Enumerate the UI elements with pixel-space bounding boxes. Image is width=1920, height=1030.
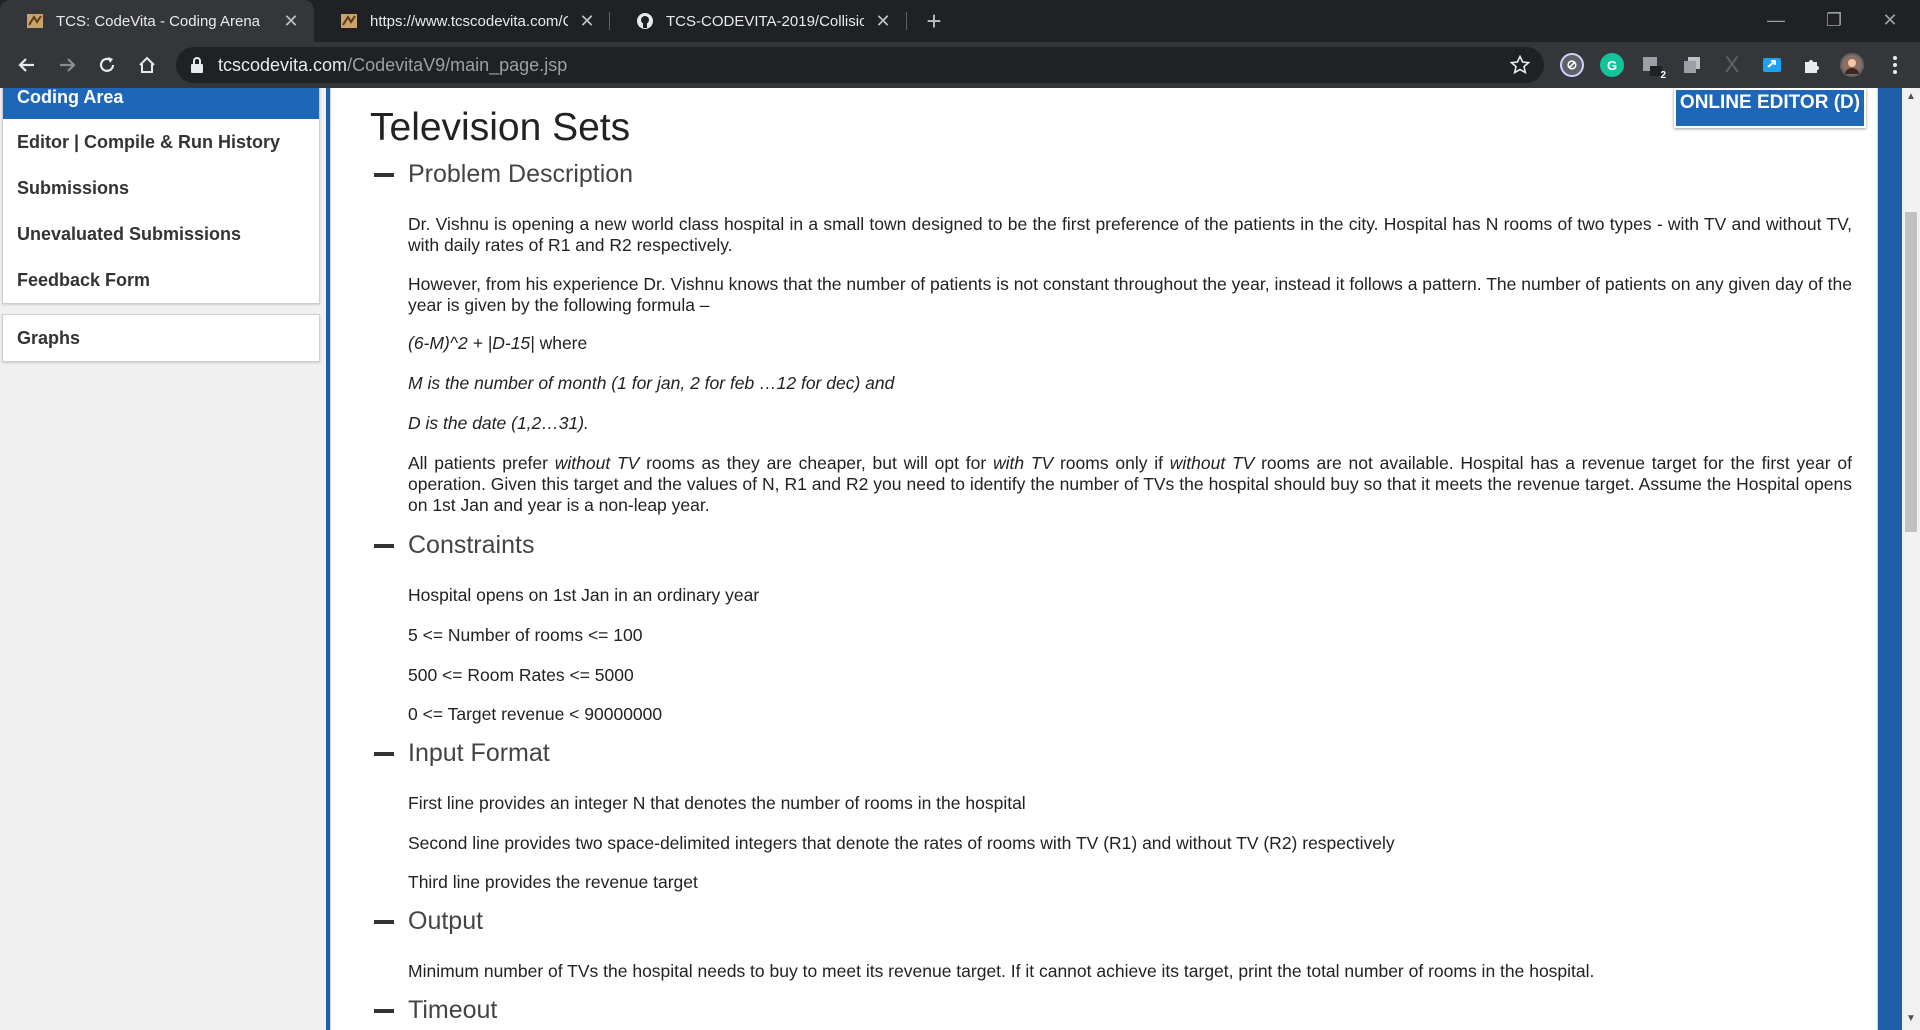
kebab-menu-icon (1893, 56, 1897, 74)
sidebar-item-feedback[interactable]: Feedback Form (3, 257, 319, 303)
description-paragraph: Dr. Vishnu is opening a new world class … (408, 214, 1852, 255)
collapse-dash-icon (374, 1008, 394, 1013)
scroll-down-icon[interactable]: ▼ (1906, 1014, 1916, 1024)
close-tab-icon[interactable]: ✕ (282, 11, 300, 31)
share-extension-icon[interactable] (1760, 53, 1784, 77)
back-arrow-icon (18, 58, 34, 72)
copy-extension-icon[interactable] (1680, 53, 1704, 77)
home-icon (139, 56, 155, 73)
constraint-line: 500 <= Room Rates <= 5000 (408, 665, 634, 685)
github-icon (636, 12, 654, 30)
constraint-line: 5 <= Number of rooms <= 100 (408, 625, 643, 645)
forward-arrow-icon (60, 58, 76, 72)
x-extension-icon[interactable]: X (1720, 52, 1744, 77)
problem-title: Television Sets (370, 106, 631, 149)
page-viewport: Coding Area Editor | Compile & Run Histo… (0, 88, 1920, 1030)
tab-strip: TCS: CodeVita - Coding Arena ✕ https://w… (0, 0, 1920, 42)
sidebar: Coding Area Editor | Compile & Run Histo… (0, 88, 322, 1030)
tab-github-repo[interactable]: TCS-CODEVITA-2019/Collision_C ✕ (610, 0, 906, 42)
grammarly-icon[interactable]: G (1600, 53, 1624, 77)
minimize-button[interactable]: — (1748, 4, 1804, 36)
collapse-dash-icon (374, 751, 394, 756)
sidebar-item-unevaluated[interactable]: Unevaluated Submissions (3, 211, 319, 257)
sidebar-item-coding-area[interactable]: Coding Area (3, 88, 319, 119)
url-path: /CodevitaV9/main_page.jsp (347, 54, 568, 75)
section-timeout[interactable]: Timeout (374, 996, 497, 1025)
forward-button[interactable] (52, 50, 82, 80)
reload-icon (99, 57, 115, 72)
address-bar[interactable]: tcscodevita.com/CodevitaV9/main_page.jsp (176, 47, 1544, 83)
sidebar-item-editor-history[interactable]: Editor | Compile & Run History (3, 119, 319, 165)
description-paragraph: All patients prefer without TV rooms as … (408, 453, 1852, 515)
graphs-box: Graphs (2, 314, 320, 362)
sidebar-menu: Coding Area Editor | Compile & Run Histo… (2, 88, 320, 304)
close-window-button[interactable]: ✕ (1862, 4, 1918, 36)
input-line: Third line provides the revenue target (408, 872, 698, 892)
restore-button[interactable]: ❐ (1806, 4, 1862, 36)
extension-badge-icon[interactable]: 2 (1640, 53, 1666, 81)
online-editor-button[interactable]: ONLINE EDITOR (D) (1674, 88, 1866, 128)
input-line: First line provides an integer N that de… (408, 793, 1026, 813)
close-tab-icon[interactable]: ✕ (578, 11, 596, 31)
tab-separator (906, 12, 907, 30)
date-definition: D is the date (1,2…31). (408, 413, 589, 433)
tab-tcscodevita-url[interactable]: https://www.tcscodevita.com/Co ✕ (314, 0, 610, 42)
vertical-scrollbar[interactable]: ▲ ▼ (1902, 88, 1920, 1030)
extension-block-icon[interactable]: ⊘ (1560, 53, 1584, 77)
collapse-dash-icon (374, 919, 394, 924)
sidebar-item-submissions[interactable]: Submissions (3, 165, 319, 211)
month-definition: M is the number of month (1 for jan, 2 f… (408, 373, 895, 393)
tab-codevita-arena[interactable]: TCS: CodeVita - Coding Arena ✕ (0, 0, 314, 42)
back-button[interactable] (12, 50, 42, 80)
reload-button[interactable] (92, 50, 122, 80)
sidebar-item-graphs[interactable]: Graphs (3, 315, 319, 361)
browser-toolbar: tcscodevita.com/CodevitaV9/main_page.jsp… (0, 42, 1920, 88)
codevita-favicon-icon (340, 12, 358, 30)
section-problem-description[interactable]: Problem Description (374, 160, 633, 189)
collapse-dash-icon (374, 172, 394, 177)
constraint-line: 0 <= Target revenue < 90000000 (408, 704, 663, 724)
formula-line: (6-M)^2 + |D-15| where (408, 333, 588, 353)
section-output[interactable]: Output (374, 907, 483, 936)
scroll-up-icon[interactable]: ▲ (1906, 92, 1916, 102)
input-line: Second line provides two space-delimited… (408, 833, 1395, 853)
home-button[interactable] (132, 50, 162, 80)
bookmark-star-icon[interactable] (1510, 55, 1530, 75)
new-tab-button[interactable]: + (920, 8, 948, 36)
section-input-format[interactable]: Input Format (374, 739, 550, 768)
collapse-dash-icon (374, 543, 394, 548)
codevita-favicon-icon (26, 12, 44, 30)
section-constraints[interactable]: Constraints (374, 531, 534, 560)
browser-menu-button[interactable] (1880, 50, 1910, 80)
close-tab-icon[interactable]: ✕ (874, 11, 892, 31)
profile-avatar-icon[interactable] (1840, 53, 1864, 77)
lock-icon (191, 57, 203, 73)
constraint-line: Hospital opens on 1st Jan in an ordinary… (408, 585, 760, 605)
url-host: tcscodevita.com (218, 54, 348, 75)
output-text: Minimum number of TVs the hospital needs… (408, 961, 1595, 981)
formula: (6-M)^2 + |D-15| (408, 333, 535, 353)
extensions-puzzle-icon[interactable] (1800, 53, 1824, 77)
description-paragraph: However, from his experience Dr. Vishnu … (408, 274, 1852, 315)
scrollbar-thumb[interactable] (1905, 212, 1917, 532)
